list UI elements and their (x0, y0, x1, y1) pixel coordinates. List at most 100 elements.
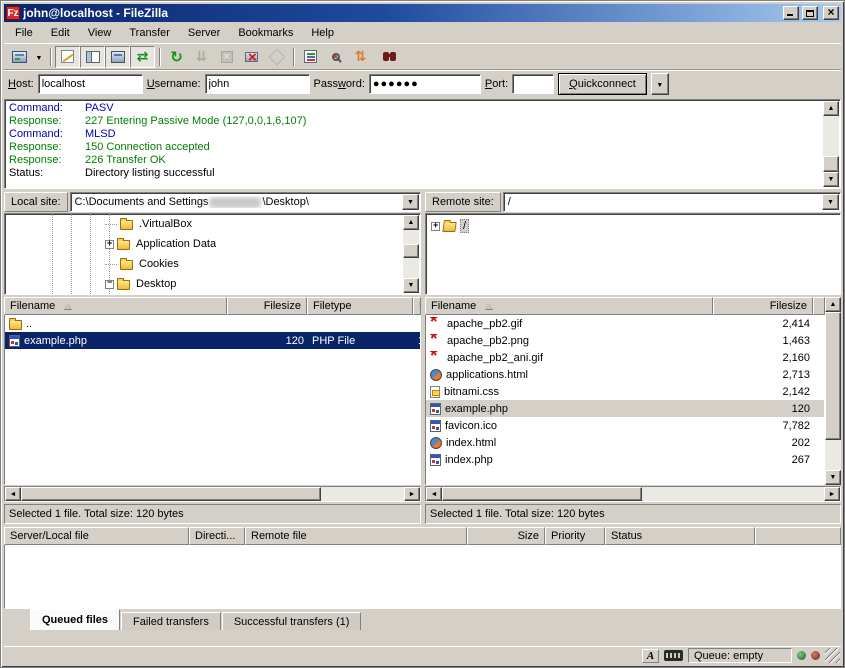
app-icon[interactable]: Fz (6, 6, 20, 20)
tab-successful-transfers[interactable]: Successful transfers (1) (222, 612, 362, 630)
scroll-down-button[interactable] (823, 172, 839, 187)
local-tree-scrollbar[interactable] (403, 215, 419, 293)
site-manager-button[interactable] (7, 46, 32, 68)
filter-button[interactable] (298, 46, 323, 68)
local-site-combobox[interactable]: C:\Documents and Settings\Desktop\ (70, 192, 421, 212)
remote-vertical-scrollbar[interactable] (825, 297, 841, 485)
scroll-left-button[interactable] (5, 487, 21, 501)
toggle-remote-tree-button[interactable] (105, 46, 130, 68)
file-row[interactable]: apache_pb2.png1,463 (426, 332, 824, 349)
quickconnect-dropdown-button[interactable] (651, 73, 669, 95)
scroll-thumb[interactable] (442, 487, 642, 501)
scroll-down-button[interactable] (825, 470, 841, 485)
file-row[interactable]: applications.html2,713 (426, 366, 824, 383)
synchronized-browsing-button[interactable] (348, 46, 373, 68)
site-manager-dropdown-button[interactable] (32, 46, 46, 68)
close-button[interactable] (823, 6, 839, 20)
file-row[interactable]: favicon.ico7,782 (426, 417, 824, 434)
quickconnect-button[interactable]: Quickconnect (558, 73, 647, 95)
expand-plus-icon[interactable] (431, 222, 440, 231)
remote-site-dropdown-button[interactable] (822, 194, 839, 210)
tab-queued-files[interactable]: Queued files (30, 609, 120, 630)
resize-grip[interactable] (825, 648, 840, 663)
find-files-button[interactable] (373, 46, 398, 68)
file-row[interactable]: index.html202 (426, 434, 824, 451)
column-header-filename[interactable]: Filename (4, 297, 227, 315)
tree-item-application-data[interactable]: Application Data (105, 235, 218, 253)
scroll-right-button[interactable] (824, 487, 840, 501)
column-header-remote-file[interactable]: Remote file (245, 527, 467, 545)
scroll-thumb[interactable] (403, 244, 419, 258)
toggle-local-tree-button[interactable] (80, 46, 105, 68)
column-header-server-local-file[interactable]: Server/Local file (4, 527, 189, 545)
column-header-direction[interactable]: Directi... (189, 527, 245, 545)
menu-file[interactable]: File (6, 24, 42, 42)
file-row[interactable]: index.php267 (426, 451, 824, 468)
scroll-thumb[interactable] (21, 487, 321, 501)
scroll-track[interactable] (823, 116, 839, 172)
column-header-filesize[interactable]: Filesize (227, 297, 307, 315)
scroll-track[interactable] (442, 487, 824, 501)
username-input[interactable] (205, 74, 310, 94)
host-input[interactable] (38, 74, 143, 94)
cancel-operation-button[interactable] (214, 46, 239, 68)
transfer-type-icon[interactable]: A (642, 649, 659, 663)
column-header-filename[interactable]: Filename (425, 297, 713, 315)
scroll-right-button[interactable] (404, 487, 420, 501)
scroll-left-button[interactable] (426, 487, 442, 501)
password-input[interactable] (369, 74, 481, 94)
expand-plus-icon[interactable] (105, 240, 114, 249)
log-scrollbar[interactable] (823, 101, 839, 187)
local-site-dropdown-button[interactable] (402, 194, 419, 210)
maximize-button[interactable] (802, 6, 818, 20)
scroll-up-button[interactable] (825, 297, 841, 312)
menu-server[interactable]: Server (179, 24, 229, 42)
port-input[interactable] (512, 74, 554, 94)
scroll-up-button[interactable] (403, 215, 419, 230)
speed-limit-icon[interactable] (664, 650, 683, 661)
refresh-button[interactable] (164, 46, 189, 68)
remote-horizontal-scrollbar[interactable] (425, 486, 841, 502)
file-row-example-php[interactable]: example.php 120 PHP File 1 (5, 332, 420, 349)
file-row-example-php[interactable]: example.php120 (426, 400, 824, 417)
scroll-thumb[interactable] (825, 312, 841, 440)
file-row[interactable]: bitnami.css2,142 (426, 383, 824, 400)
scroll-track[interactable] (21, 487, 404, 501)
collapse-minus-icon[interactable] (105, 280, 114, 289)
file-row[interactable]: apache_pb2_ani.gif2,160 (426, 349, 824, 366)
menu-bookmarks[interactable]: Bookmarks (229, 24, 302, 42)
tree-item-virtualbox[interactable]: .VirtualBox (105, 215, 194, 233)
scroll-track[interactable] (403, 230, 419, 278)
scroll-down-button[interactable] (403, 278, 419, 293)
remote-list-body: apache_pb2.gif2,414 apache_pb2.png1,463 … (425, 315, 825, 485)
column-header-priority[interactable]: Priority (545, 527, 605, 545)
column-header-size[interactable]: Size (467, 527, 545, 545)
column-header-last-modified[interactable]: L (413, 297, 421, 315)
minimize-button[interactable] (783, 6, 799, 20)
column-header-status[interactable]: Status (605, 527, 755, 545)
tree-item-cookies[interactable]: Cookies (105, 255, 181, 273)
column-header-filesize[interactable]: Filesize (713, 297, 813, 315)
toggle-transfer-queue-button[interactable] (130, 46, 155, 68)
scroll-track[interactable] (825, 312, 841, 470)
file-row-parent-dir[interactable]: .. (5, 315, 420, 332)
remote-site-combobox[interactable]: / (503, 192, 841, 212)
tab-failed-transfers[interactable]: Failed transfers (121, 612, 221, 630)
menu-help[interactable]: Help (302, 24, 343, 42)
menu-view[interactable]: View (79, 24, 121, 42)
file-row[interactable]: apache_pb2.gif2,414 (426, 315, 824, 332)
remote-site-label: Remote site: (425, 192, 501, 212)
tree-item-desktop[interactable]: Desktop (105, 275, 178, 293)
reconnect-button[interactable] (264, 46, 289, 68)
column-header-filetype[interactable]: Filetype (307, 297, 413, 315)
scroll-thumb[interactable] (823, 156, 839, 172)
local-horizontal-scrollbar[interactable] (4, 486, 421, 502)
menu-edit[interactable]: Edit (42, 24, 79, 42)
directory-comparison-button[interactable] (323, 46, 348, 68)
toggle-message-log-button[interactable] (55, 46, 80, 68)
menu-transfer[interactable]: Transfer (120, 24, 179, 42)
scroll-up-button[interactable] (823, 101, 839, 116)
disconnect-button[interactable] (239, 46, 264, 68)
process-queue-button[interactable] (189, 46, 214, 68)
tree-item-root[interactable]: / (431, 217, 469, 235)
